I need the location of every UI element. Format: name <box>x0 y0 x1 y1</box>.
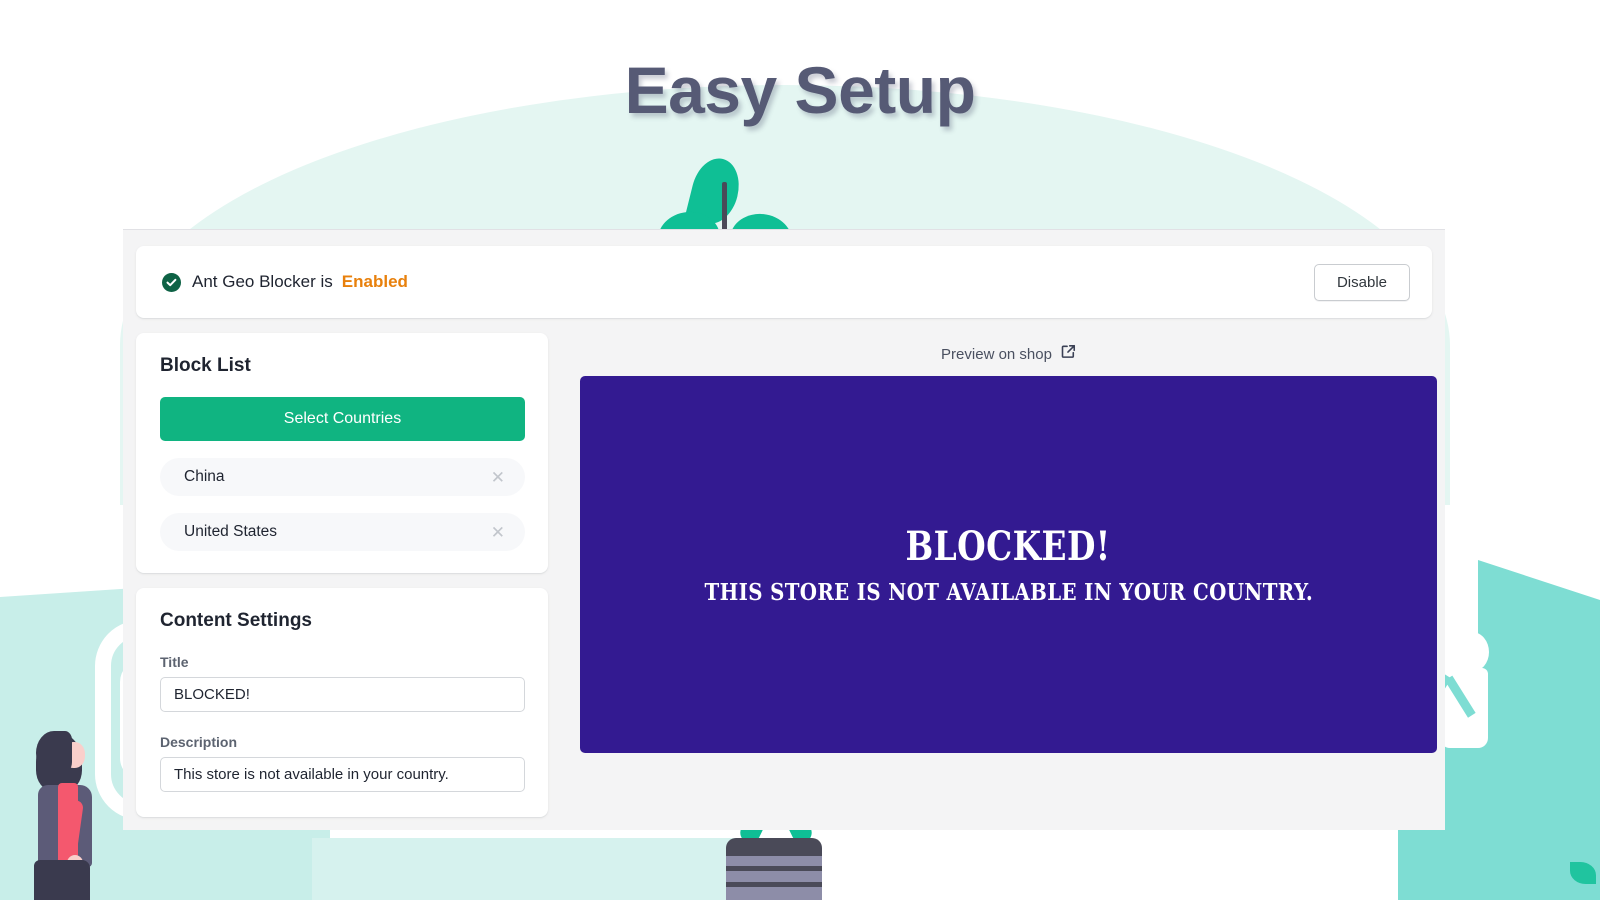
potted-plant-rim <box>726 838 822 856</box>
preview-on-shop-label: Preview on shop <box>941 345 1052 363</box>
preview-title: BLOCKED! <box>905 523 1112 570</box>
select-countries-button[interactable]: Select Countries <box>160 397 525 441</box>
screen: Easy Setup Ant Geo Blocker is Enabled Di… <box>0 0 1600 900</box>
walking-person-hair-front <box>36 731 72 775</box>
preview-description: This store is not available in your coun… <box>704 579 1313 606</box>
disable-button[interactable]: Disable <box>1313 263 1410 301</box>
walking-person-legs <box>34 860 90 900</box>
description-input[interactable] <box>160 757 525 792</box>
close-icon[interactable]: ✕ <box>487 522 509 543</box>
block-list-card: Block List Select Countries China ✕ Unit… <box>136 333 548 573</box>
title-field-label: Title <box>160 654 189 670</box>
title-input[interactable] <box>160 677 525 712</box>
country-chip-label: United States <box>184 523 278 540</box>
content-settings-heading: Content Settings <box>160 610 312 631</box>
page-title: Easy Setup <box>624 53 976 127</box>
status-value: Enabled <box>341 272 408 291</box>
status-label: Ant Geo Blocker is <box>192 272 333 291</box>
block-preview-panel: BLOCKED! This store is not available in … <box>580 376 1437 753</box>
content-settings-card: Content Settings Title Description <box>136 588 548 817</box>
check-circle-icon <box>162 272 181 292</box>
potted-plant-stripe-top <box>726 866 822 871</box>
status-banner: Ant Geo Blocker is Enabled Disable <box>136 246 1432 318</box>
external-link-icon <box>1061 344 1076 364</box>
country-chip[interactable]: United States ✕ <box>160 513 525 551</box>
block-list-heading: Block List <box>160 355 251 376</box>
person-icon-head <box>1455 632 1489 672</box>
preview-on-shop-link[interactable]: Preview on shop <box>580 344 1437 364</box>
country-chip[interactable]: China ✕ <box>160 458 525 496</box>
potted-plant-pot <box>726 856 822 900</box>
potted-plant-stripe-bottom <box>726 882 822 887</box>
close-icon[interactable]: ✕ <box>487 467 509 488</box>
description-field-label: Description <box>160 734 238 750</box>
country-chip-label: China <box>184 468 225 485</box>
